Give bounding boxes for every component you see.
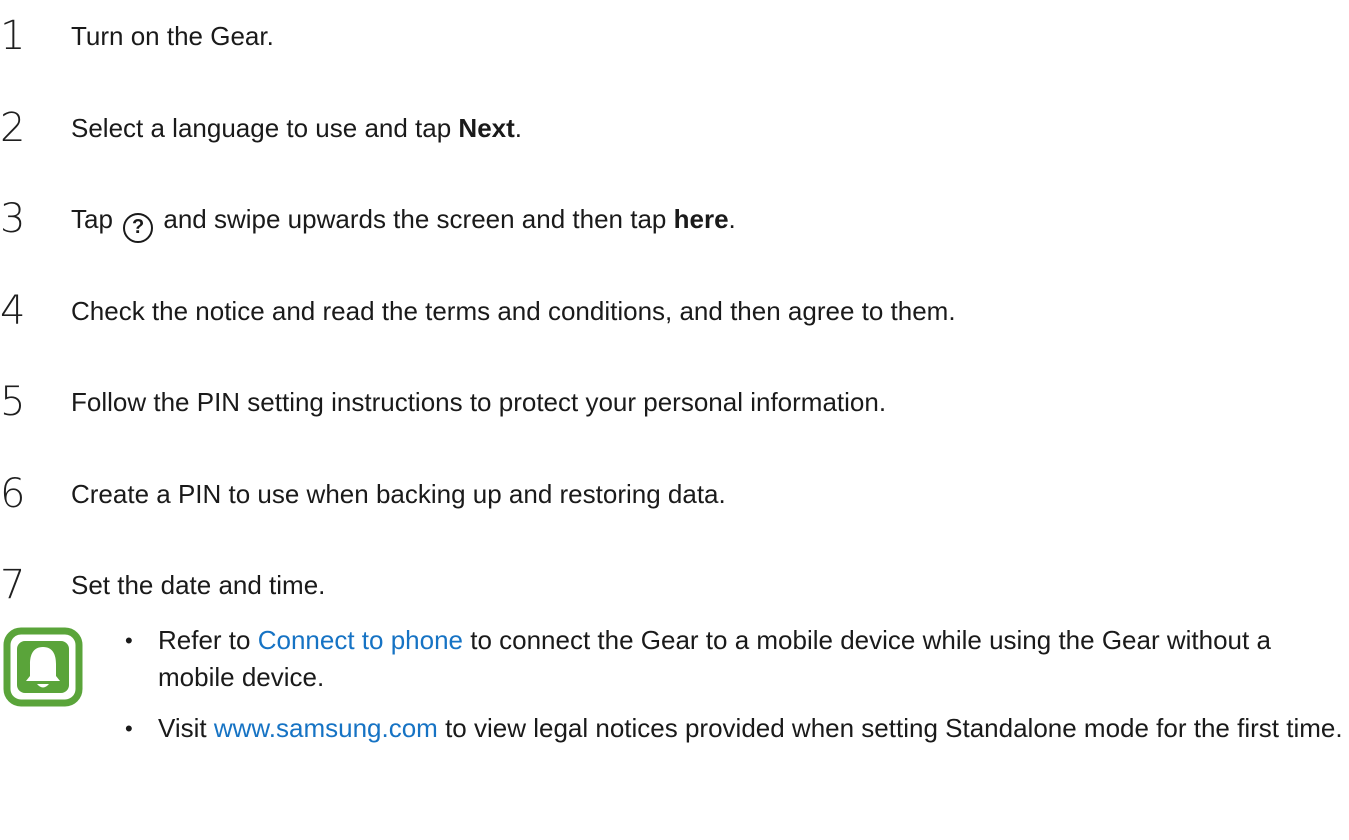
note-text-pre: Refer to <box>158 625 258 655</box>
step-number: 7 <box>0 562 26 608</box>
note-item: • Refer to Connect to phone to connect t… <box>120 622 1345 696</box>
step-text-pre: Tap <box>71 204 121 234</box>
bullet: • <box>125 628 133 653</box>
step-number: 5 <box>0 379 26 425</box>
note-block: • Refer to Connect to phone to connect t… <box>0 622 1349 840</box>
step-number: 3 <box>0 196 26 242</box>
step-text: Turn on the Gear. <box>71 21 274 51</box>
help-icon: ? <box>123 213 154 243</box>
step-2: 2 Select a language to use and tap Next. <box>0 102 1300 162</box>
step-text-pre: Select a language to use and tap <box>71 113 459 143</box>
samsung-website-link[interactable]: www.samsung.com <box>214 713 438 743</box>
step-number: 1 <box>0 13 26 59</box>
step-4: 4 Check the notice and read the terms an… <box>0 285 1300 345</box>
step-6: 6 Create a PIN to use when backing up an… <box>0 468 1300 528</box>
step-number: 2 <box>0 105 26 151</box>
bullet: • <box>125 716 133 741</box>
note-list: • Refer to Connect to phone to connect t… <box>120 622 1345 761</box>
here-label: here <box>673 204 729 234</box>
step-7: 7 Set the date and time. <box>0 559 1300 619</box>
step-text: Select a language to use and tap Next. <box>71 102 522 154</box>
step-text: Follow the PIN setting instructions to p… <box>71 387 887 417</box>
step-1: 1 Turn on the Gear. <box>0 10 1300 70</box>
connect-to-phone-link[interactable]: Connect to phone <box>258 625 463 655</box>
step-text: Tap ? and swipe upwards the screen and t… <box>71 193 736 245</box>
step-text: Create a PIN to use when backing up and … <box>71 479 726 509</box>
note-text-post: to view legal notices provided when sett… <box>437 713 1343 743</box>
step-3: 3 Tap ? and swipe upwards the screen and… <box>0 193 1300 253</box>
step-text-post: . <box>728 204 736 234</box>
step-number: 4 <box>0 288 26 334</box>
step-text-mid: and swipe upwards the screen and then ta… <box>156 204 674 234</box>
step-text-post: . <box>514 113 523 143</box>
step-number: 6 <box>0 471 26 517</box>
step-5: 5 Follow the PIN setting instructions to… <box>0 376 1300 436</box>
note-item: • Visit www.samsung.com to view legal no… <box>120 710 1345 747</box>
notification-bell-icon <box>3 627 83 707</box>
note-text-pre: Visit <box>158 713 214 743</box>
next-label: Next <box>458 113 515 143</box>
step-text: Check the notice and read the terms and … <box>71 296 956 326</box>
step-text: Set the date and time. <box>71 570 326 600</box>
